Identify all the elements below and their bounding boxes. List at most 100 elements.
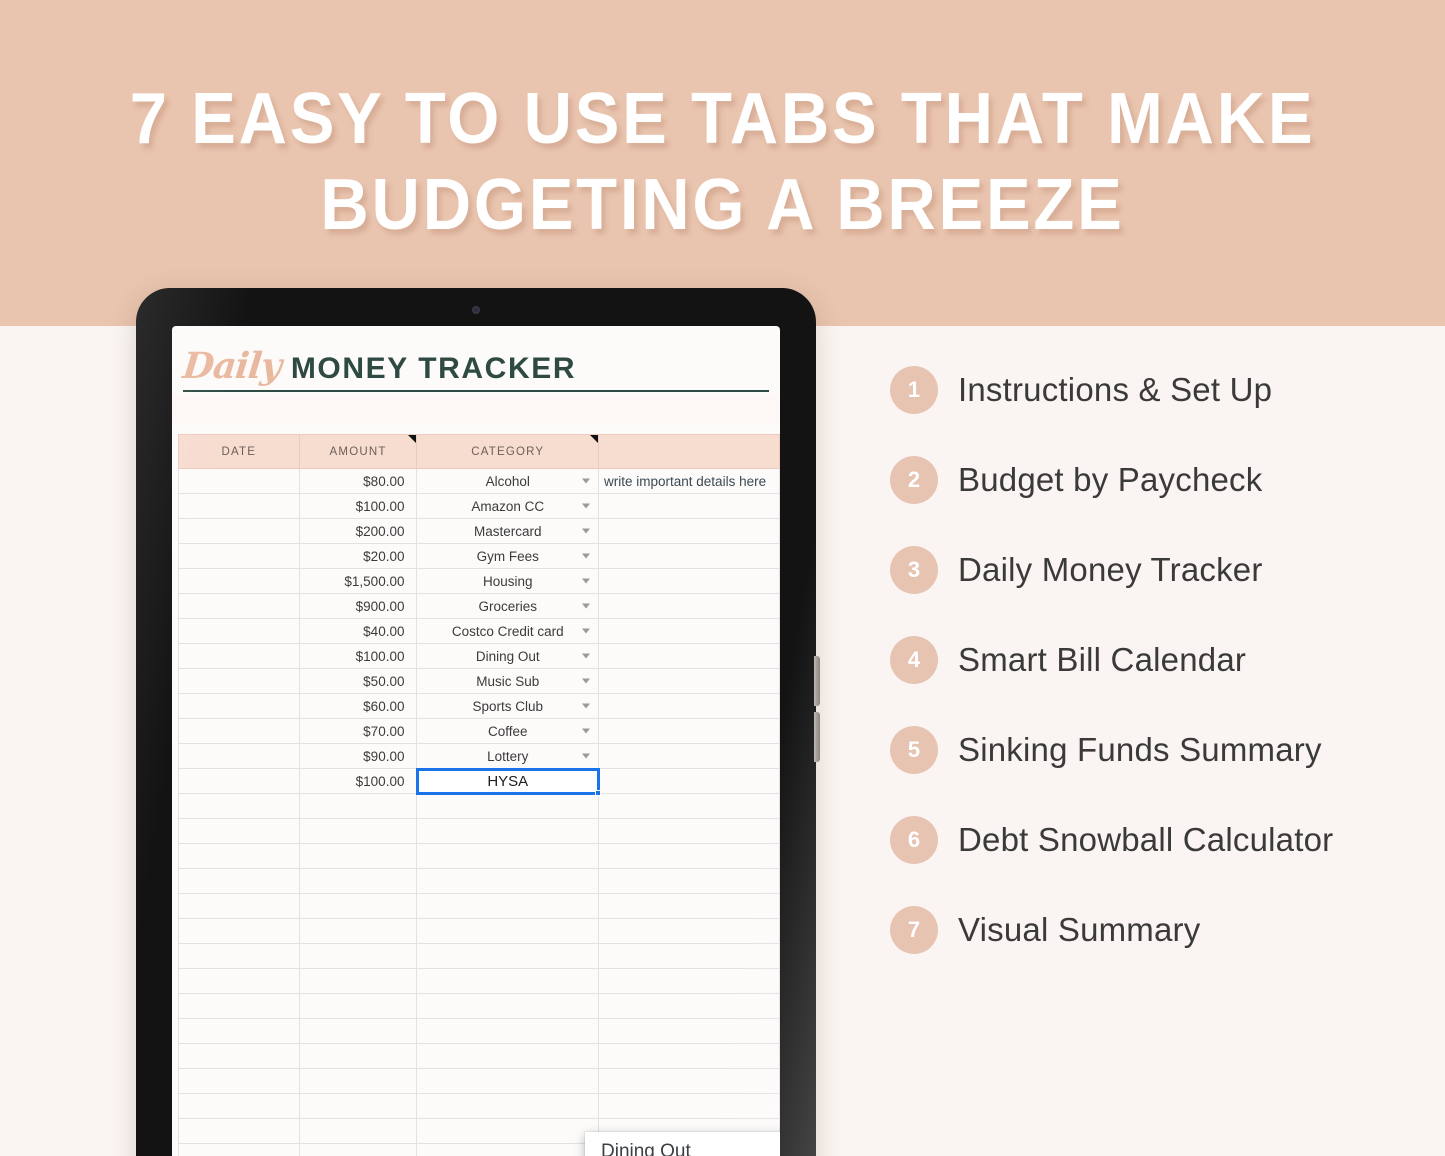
chevron-down-icon[interactable] xyxy=(582,653,591,659)
cell-empty[interactable] xyxy=(416,868,600,894)
cell-category[interactable]: Sports Club xyxy=(416,693,600,719)
cell-empty[interactable] xyxy=(416,1143,600,1156)
cell-category[interactable]: Mastercard xyxy=(416,518,600,544)
cell-empty[interactable] xyxy=(298,918,418,944)
chevron-down-icon[interactable] xyxy=(582,703,591,709)
chevron-down-icon[interactable] xyxy=(582,578,591,584)
cell-amount[interactable]: $60.00 xyxy=(298,693,418,719)
cell-empty[interactable] xyxy=(598,1093,780,1119)
cell-amount[interactable]: $200.00 xyxy=(298,518,418,544)
cell-amount[interactable]: $50.00 xyxy=(298,668,418,694)
cell-empty[interactable] xyxy=(416,1118,600,1144)
cell-amount[interactable]: $70.00 xyxy=(298,718,418,744)
cell-notes[interactable] xyxy=(598,493,780,519)
cell-category[interactable]: Amazon CC xyxy=(416,493,600,519)
cell-empty[interactable] xyxy=(298,1018,418,1044)
cell-empty[interactable] xyxy=(298,1093,418,1119)
cell-category[interactable]: Lottery xyxy=(416,743,600,769)
cell-empty[interactable] xyxy=(178,1143,300,1156)
chevron-down-icon[interactable] xyxy=(582,678,591,684)
cell-empty[interactable] xyxy=(298,893,418,919)
cell-empty[interactable] xyxy=(598,1018,780,1044)
chevron-down-icon[interactable] xyxy=(582,553,591,559)
cell-empty[interactable] xyxy=(598,893,780,919)
cell-notes[interactable] xyxy=(598,693,780,719)
cell-notes[interactable] xyxy=(598,668,780,694)
cell-empty[interactable] xyxy=(598,918,780,944)
cell-category[interactable]: Alcohol xyxy=(416,468,600,494)
cell-date[interactable] xyxy=(178,693,300,719)
cell-empty[interactable] xyxy=(178,968,300,994)
cell-amount[interactable]: $100.00 xyxy=(298,768,418,794)
cell-empty[interactable] xyxy=(416,818,600,844)
cell-empty[interactable] xyxy=(178,1043,300,1069)
cell-empty[interactable] xyxy=(416,893,600,919)
cell-empty[interactable] xyxy=(598,968,780,994)
cell-empty[interactable] xyxy=(416,1068,600,1094)
volume-up-button[interactable] xyxy=(814,656,820,706)
cell-empty[interactable] xyxy=(416,943,600,969)
cell-notes[interactable] xyxy=(598,718,780,744)
cell-empty[interactable] xyxy=(298,1118,418,1144)
cell-empty[interactable] xyxy=(298,1043,418,1069)
cell-amount[interactable]: $90.00 xyxy=(298,743,418,769)
cell-empty[interactable] xyxy=(598,1068,780,1094)
cell-date[interactable] xyxy=(178,593,300,619)
cell-empty[interactable] xyxy=(416,993,600,1019)
cell-empty[interactable] xyxy=(298,993,418,1019)
cell-category[interactable]: Housing xyxy=(416,568,600,594)
cell-notes[interactable] xyxy=(598,518,780,544)
cell-empty[interactable] xyxy=(298,868,418,894)
cell-empty[interactable] xyxy=(598,793,780,819)
cell-amount[interactable]: $40.00 xyxy=(298,618,418,644)
cell-category[interactable]: Coffee xyxy=(416,718,600,744)
cell-empty[interactable] xyxy=(416,1018,600,1044)
cell-date[interactable] xyxy=(178,768,300,794)
cell-notes[interactable] xyxy=(598,543,780,569)
cell-notes[interactable] xyxy=(598,643,780,669)
cell-amount[interactable]: $900.00 xyxy=(298,593,418,619)
cell-empty[interactable] xyxy=(178,1093,300,1119)
selection-fill-handle[interactable] xyxy=(595,790,602,796)
chevron-down-icon[interactable] xyxy=(582,753,591,759)
chevron-down-icon[interactable] xyxy=(582,503,591,509)
cell-empty[interactable] xyxy=(178,918,300,944)
cell-empty[interactable] xyxy=(178,793,300,819)
cell-empty[interactable] xyxy=(416,1093,600,1119)
cell-category[interactable]: Groceries xyxy=(416,593,600,619)
dropdown-option[interactable]: Dining Out xyxy=(585,1132,780,1156)
category-dropdown-menu[interactable]: Dining OutMusic SubSports ClubGym FeesBo… xyxy=(585,1132,780,1156)
cell-empty[interactable] xyxy=(598,818,780,844)
cell-empty[interactable] xyxy=(178,893,300,919)
cell-date[interactable] xyxy=(178,743,300,769)
cell-empty[interactable] xyxy=(598,843,780,869)
cell-empty[interactable] xyxy=(178,818,300,844)
cell-empty[interactable] xyxy=(178,943,300,969)
cell-amount[interactable]: $1,500.00 xyxy=(298,568,418,594)
cell-notes[interactable] xyxy=(598,743,780,769)
cell-date[interactable] xyxy=(178,518,300,544)
cell-empty[interactable] xyxy=(178,993,300,1019)
cell-amount[interactable]: $20.00 xyxy=(298,543,418,569)
cell-notes[interactable] xyxy=(598,568,780,594)
cell-date[interactable] xyxy=(178,568,300,594)
cell-category[interactable]: Costco Credit card xyxy=(416,618,600,644)
cell-date[interactable] xyxy=(178,543,300,569)
cell-empty[interactable] xyxy=(178,843,300,869)
cell-date[interactable] xyxy=(178,493,300,519)
column-header-notes[interactable] xyxy=(598,434,780,469)
cell-category[interactable]: Music Sub xyxy=(416,668,600,694)
cell-empty[interactable] xyxy=(178,1068,300,1094)
cell-empty[interactable] xyxy=(298,793,418,819)
cell-empty[interactable] xyxy=(298,968,418,994)
column-header-amount[interactable]: AMOUNT xyxy=(298,434,418,469)
chevron-down-icon[interactable] xyxy=(582,528,591,534)
cell-date[interactable] xyxy=(178,468,300,494)
cell-amount[interactable]: $100.00 xyxy=(298,643,418,669)
cell-amount[interactable]: $100.00 xyxy=(298,493,418,519)
cell-empty[interactable] xyxy=(178,1118,300,1144)
volume-down-button[interactable] xyxy=(814,712,820,762)
cell-empty[interactable] xyxy=(598,1043,780,1069)
cell-category-selected[interactable]: HYSA xyxy=(415,767,602,796)
cell-notes[interactable]: write important details here xyxy=(598,468,780,494)
